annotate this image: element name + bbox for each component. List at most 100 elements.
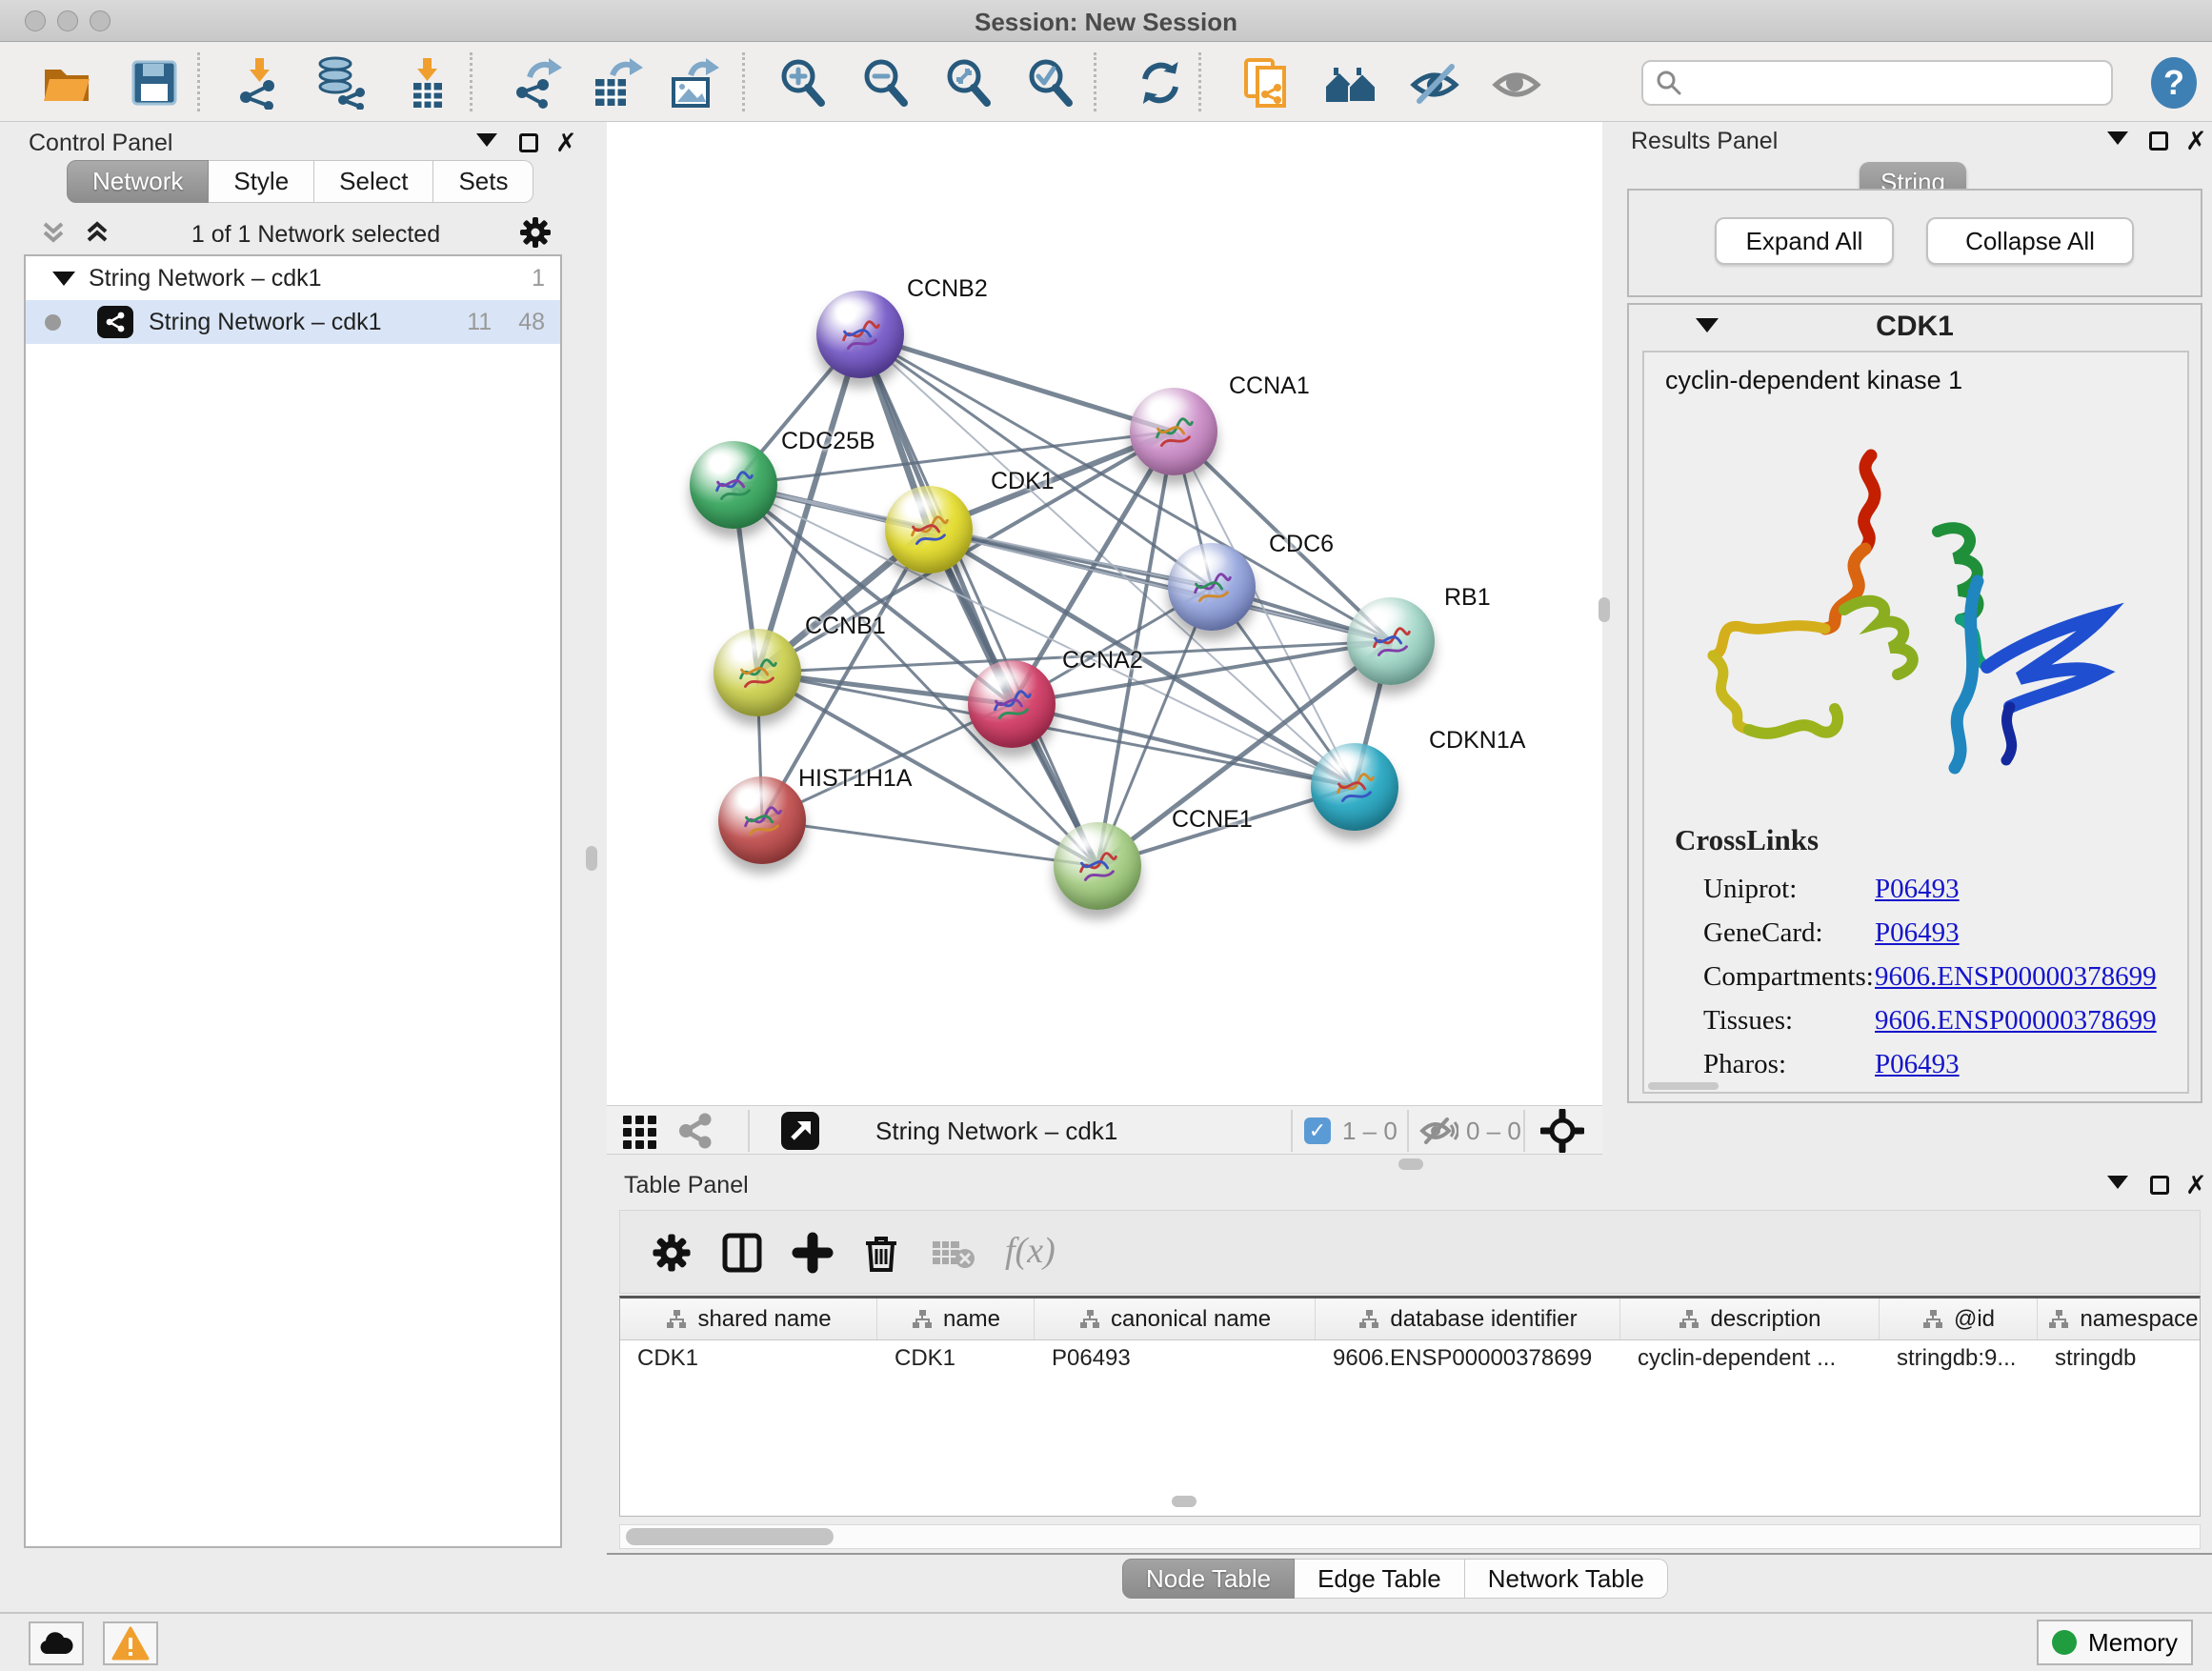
network-edge-CCNB2-CCNA1[interactable] (860, 334, 1174, 432)
network-node-HIST1H1A[interactable] (718, 776, 806, 864)
float-menu-icon[interactable] (476, 133, 497, 147)
network-node-RB1[interactable] (1347, 597, 1435, 685)
export-table-icon[interactable] (592, 56, 645, 110)
warning-status-icon[interactable] (103, 1621, 158, 1665)
show-columns-icon[interactable] (721, 1232, 763, 1274)
import-network-icon[interactable] (232, 56, 286, 110)
tab-style[interactable]: Style (209, 160, 314, 203)
table-cell[interactable]: CDK1 (877, 1340, 1035, 1377)
crosslink-value-link[interactable]: P06493 (1875, 874, 1960, 905)
collection-expander-icon[interactable] (52, 272, 75, 286)
export-network-icon[interactable] (511, 56, 564, 110)
hide-selected-icon[interactable] (1408, 56, 1461, 110)
network-node-CCNB1[interactable] (714, 629, 801, 716)
save-session-icon[interactable] (128, 56, 181, 110)
network-node-CCNA2[interactable] (968, 660, 1056, 748)
float-menu-icon[interactable] (2107, 1176, 2128, 1189)
close-panel-icon[interactable]: ✗ (2185, 131, 2207, 151)
horizontal-splitter-handle[interactable] (1172, 1496, 1196, 1507)
cloud-status-icon[interactable] (29, 1621, 84, 1665)
zoom-in-icon[interactable] (775, 56, 829, 110)
grid-view-icon[interactable] (621, 1112, 659, 1150)
table-row[interactable]: CDK1CDK1P064939606.ENSP00000378699cyclin… (620, 1340, 2200, 1377)
expand-all-button[interactable]: Expand All (1715, 217, 1894, 265)
export-image-icon[interactable] (668, 56, 721, 110)
horizontal-scrollbar[interactable] (1648, 1082, 1719, 1090)
network-node-CCNA1[interactable] (1130, 388, 1217, 475)
float-menu-icon[interactable] (2107, 131, 2128, 145)
float-panel-icon[interactable] (519, 133, 538, 152)
network-collection-row[interactable]: String Network – cdk1 1 (26, 256, 560, 300)
network-node-CCNB2[interactable] (816, 291, 904, 378)
crosslink-value-link[interactable]: 9606.ENSP00000378699 (1875, 961, 2157, 993)
table-cell[interactable]: stringdb:9... (1880, 1340, 2038, 1377)
search-field[interactable] (1641, 60, 2113, 106)
close-panel-icon[interactable]: ✗ (2185, 1176, 2207, 1195)
vertical-splitter-handle[interactable] (586, 846, 597, 871)
zoom-fit-icon[interactable] (941, 56, 995, 110)
open-session-icon[interactable] (40, 56, 93, 110)
column-header-namespace[interactable]: namespace (2038, 1299, 2201, 1339)
table-cell[interactable]: stringdb (2038, 1340, 2201, 1377)
crosslink-value-link[interactable]: 9606.ENSP00000378699 (1875, 1005, 2157, 1037)
scrollbar-thumb[interactable] (626, 1528, 834, 1545)
table-settings-gear-icon[interactable] (651, 1232, 693, 1274)
network-viewport[interactable]: CCNB2CCNA1CDC25BCDK1CDC6RB1CCNB1CCNA2CDK… (607, 122, 1602, 1105)
zoom-out-icon[interactable] (858, 56, 912, 110)
float-panel-icon[interactable] (2150, 1176, 2169, 1195)
search-input[interactable] (1683, 70, 2083, 96)
tab-network[interactable]: Network (67, 160, 209, 203)
float-panel-icon[interactable] (2149, 131, 2168, 151)
help-button[interactable]: ? (2149, 56, 2199, 110)
neighbors-icon[interactable] (1324, 56, 1377, 110)
tab-select[interactable]: Select (314, 160, 433, 203)
column-header-name[interactable]: name (877, 1299, 1035, 1339)
expand-all-icon[interactable] (81, 218, 113, 252)
import-database-icon[interactable] (314, 56, 368, 110)
table-cell[interactable]: CDK1 (620, 1340, 877, 1377)
network-node-CCNE1[interactable] (1054, 822, 1141, 910)
table-cell[interactable]: cyclin-dependent ... (1620, 1340, 1880, 1377)
close-panel-icon[interactable]: ✗ (555, 133, 577, 152)
network-node-CDK1[interactable] (885, 486, 973, 574)
network-node-CDKN1A[interactable] (1311, 743, 1398, 831)
horizontal-splitter-handle[interactable] (1398, 1158, 1423, 1170)
table-horizontal-scrollbar[interactable] (619, 1524, 2201, 1549)
table-cell[interactable]: P06493 (1035, 1340, 1316, 1377)
show-all-icon[interactable] (1490, 56, 1543, 110)
vertical-splitter-handle[interactable] (1599, 597, 1610, 622)
zoom-selected-icon[interactable] (1023, 56, 1076, 110)
column-header-canonical-name[interactable]: canonical name (1035, 1299, 1316, 1339)
tab-sets[interactable]: Sets (433, 160, 533, 203)
duplicate-network-icon[interactable] (1240, 56, 1294, 110)
network-node-CDC25B[interactable] (690, 441, 777, 529)
network-edge-HIST1H1A-CCNE1[interactable] (762, 820, 1097, 866)
function-builder-icon[interactable]: f(x) (1005, 1230, 1056, 1272)
collapse-all-icon[interactable] (37, 218, 70, 252)
network-row[interactable]: String Network – cdk1 11 48 (26, 300, 560, 344)
gear-icon[interactable] (518, 215, 553, 254)
column-header-database-identifier[interactable]: database identifier (1316, 1299, 1620, 1339)
memory-button[interactable]: Memory (2037, 1620, 2193, 1665)
network-view-icon[interactable] (675, 1112, 715, 1150)
crosslink-value-link[interactable]: P06493 (1875, 1049, 1960, 1080)
tab-node-table[interactable]: Node Table (1122, 1559, 1295, 1599)
collapse-all-button[interactable]: Collapse All (1926, 217, 2134, 265)
delete-table-icon[interactable] (931, 1232, 973, 1274)
crosslink-value-link[interactable]: P06493 (1875, 917, 1960, 949)
column-header--id[interactable]: @id (1880, 1299, 2038, 1339)
column-header-shared-name[interactable]: shared name (620, 1299, 877, 1339)
import-table-icon[interactable] (400, 56, 453, 110)
selected-checkbox-icon[interactable]: ✓ (1304, 1112, 1331, 1150)
hidden-eye-icon[interactable] (1418, 1112, 1458, 1150)
apply-layout-icon[interactable] (1134, 56, 1187, 110)
delete-trash-icon[interactable] (860, 1232, 902, 1274)
fit-content-crosshair-icon[interactable] (1540, 1112, 1584, 1150)
birdseye-toggle-icon[interactable] (780, 1112, 820, 1150)
section-title[interactable]: CDK1 (1629, 311, 2201, 343)
tab-edge-table[interactable]: Edge Table (1295, 1559, 1465, 1599)
column-header-description[interactable]: description (1620, 1299, 1880, 1339)
add-function-plus-icon[interactable] (792, 1232, 834, 1274)
table-cell[interactable]: 9606.ENSP00000378699 (1316, 1340, 1620, 1377)
tab-network-table[interactable]: Network Table (1465, 1559, 1668, 1599)
